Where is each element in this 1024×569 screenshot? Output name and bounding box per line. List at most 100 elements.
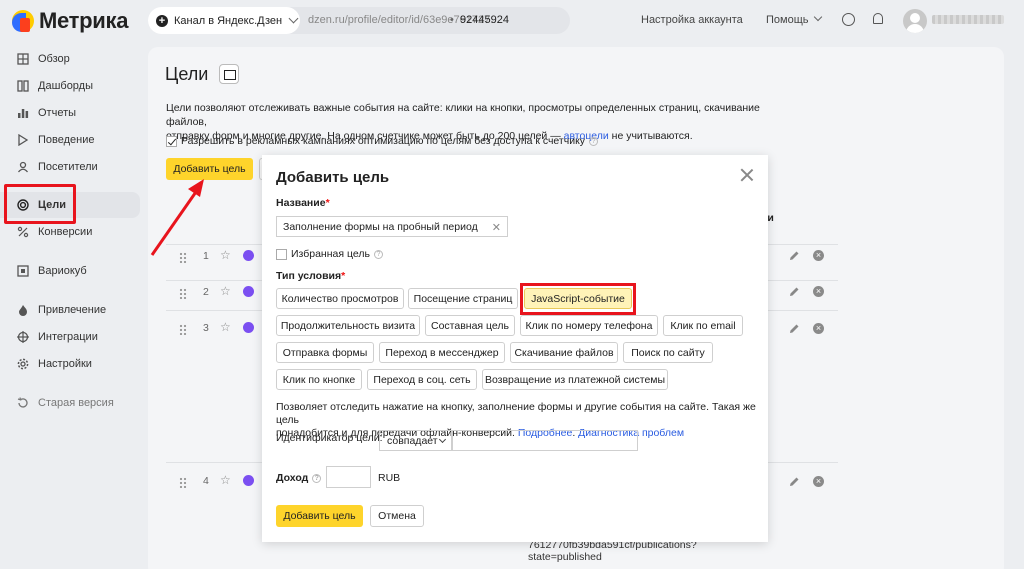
ads-optimization-checkbox-row[interactable]: Разрешить в рекламных кампаниях оптимиза… — [166, 135, 599, 147]
separator-dot: • — [450, 14, 454, 26]
sidebar-item-label: Интеграции — [38, 331, 98, 343]
top-bar: Метрика + Канал в Яндекс.Дзен dzen.ru/pr… — [0, 0, 1024, 42]
sidebar-item-reports[interactable]: Отчеты — [0, 100, 140, 126]
logo[interactable]: Метрика — [12, 8, 128, 34]
add-goal-modal: Добавить цель Название* Заполнение формы… — [262, 155, 768, 542]
visitors-icon — [17, 161, 29, 173]
metrika-logo-icon — [12, 10, 34, 32]
condition-visit-duration[interactable]: Продолжительность визита — [276, 315, 420, 336]
highlight-box — [4, 184, 76, 224]
avatar[interactable] — [903, 9, 927, 33]
plus-circle-icon: + — [156, 14, 168, 27]
page-title: Цели — [165, 64, 209, 84]
bell-icon[interactable] — [873, 13, 883, 24]
sidebar-item-behavior[interactable]: Поведение — [0, 127, 140, 153]
book-icon[interactable] — [219, 64, 239, 84]
cancel-button[interactable]: Отмена — [370, 505, 424, 527]
sidebar-item-visitors[interactable]: Посетители — [0, 154, 140, 180]
sidebar-item-label: Дашборды — [38, 80, 93, 92]
submit-goal-button[interactable]: Добавить цель — [276, 505, 363, 527]
help-icon[interactable]: ? — [373, 249, 383, 259]
condition-email-click[interactable]: Клик по email — [663, 315, 743, 336]
logo-text: Метрика — [39, 8, 129, 33]
sidebar-item-label: Поведение — [38, 134, 95, 146]
favorite-checkbox[interactable] — [276, 248, 287, 260]
sidebar-item-settings[interactable]: Настройки — [0, 351, 140, 377]
help-menu[interactable]: Помощь — [766, 12, 822, 26]
pencil-icon[interactable] — [788, 250, 800, 262]
integrations-icon — [17, 331, 29, 343]
account-settings-link[interactable]: Настройка аккаунта — [641, 14, 743, 26]
condition-page-visits[interactable]: Посещение страниц — [408, 288, 518, 309]
condition-social-network[interactable]: Переход в соц. сеть — [367, 369, 477, 390]
help-icon[interactable]: ? — [312, 473, 322, 483]
sidebar-item-acquisition[interactable]: Привлечение — [0, 297, 140, 323]
pencil-icon[interactable] — [788, 323, 800, 335]
delete-icon[interactable]: × — [813, 323, 824, 334]
delete-icon[interactable]: × — [813, 250, 824, 261]
close-icon[interactable] — [740, 168, 754, 182]
pencil-icon[interactable] — [788, 476, 800, 488]
star-icon[interactable]: ☆ — [220, 320, 231, 334]
condition-payment-return[interactable]: Возвращение из платежной системы — [482, 369, 668, 390]
income-input[interactable] — [326, 466, 371, 488]
sidebar-item-label: Посетители — [38, 161, 98, 173]
star-icon[interactable]: ☆ — [220, 248, 231, 262]
delete-icon[interactable]: × — [813, 476, 824, 487]
description-line-1: Цели позволяют отслеживать важные событи… — [166, 102, 760, 128]
ads-optimization-checkbox[interactable] — [166, 135, 177, 147]
sidebar-item-label: Обзор — [38, 53, 70, 65]
condition-phone-click[interactable]: Клик по номеру телефона — [520, 315, 658, 336]
goal-name-input[interactable]: Заполнение формы на пробный период ✕ — [276, 216, 508, 237]
condition-composite-goal[interactable]: Составная цель — [425, 315, 515, 336]
delete-icon[interactable]: × — [813, 286, 824, 297]
goal-id-input[interactable] — [452, 430, 638, 451]
sidebar-item-label: Вариокуб — [38, 265, 87, 277]
counter-id: 92445924 — [460, 14, 509, 26]
modal-title: Добавить цель — [276, 169, 390, 186]
sidebar-item-label: Отчеты — [38, 107, 77, 119]
match-type-select[interactable]: совпадает — [379, 430, 452, 451]
row-number: 4 — [203, 475, 209, 487]
sidebar-item-variocube[interactable]: Вариокуб — [0, 258, 140, 284]
pencil-icon[interactable] — [788, 286, 800, 298]
drag-handle-icon[interactable] — [179, 477, 187, 488]
favorite-goal-row[interactable]: Избранная цель ? — [276, 248, 383, 260]
chat-icon[interactable] — [842, 13, 855, 26]
counter-select[interactable]: + Канал в Яндекс.Дзен — [148, 7, 300, 34]
sidebar-item-dashboards[interactable]: Дашборды — [0, 73, 140, 99]
star-icon[interactable]: ☆ — [220, 284, 231, 298]
username-blurred[interactable] — [932, 15, 1004, 24]
help-icon[interactable]: ? — [589, 136, 599, 146]
help-label: Помощь — [766, 14, 809, 26]
condition-page-views[interactable]: Количество просмотров — [276, 288, 404, 309]
annotation-arrow-icon — [150, 179, 204, 256]
condition-messenger[interactable]: Переход в мессенджер — [379, 342, 505, 363]
row-number: 2 — [203, 286, 209, 298]
info-line-1: Позволяет отследить нажатие на кнопку, з… — [276, 401, 756, 426]
star-icon[interactable]: ☆ — [220, 473, 231, 487]
sidebar-item-label: Конверсии — [38, 226, 93, 238]
flame-icon — [19, 305, 27, 316]
play-icon — [18, 134, 29, 146]
clear-icon[interactable]: ✕ — [492, 221, 501, 234]
sidebar-item-overview[interactable]: Обзор — [0, 46, 140, 72]
sidebar-item-integrations[interactable]: Интеграции — [0, 324, 140, 350]
counter-name: Канал в Яндекс.Дзен — [174, 14, 283, 27]
condition-button-click[interactable]: Клик по кнопке — [276, 369, 362, 390]
drag-handle-icon[interactable] — [179, 324, 187, 335]
description-line-2b: не учитываются. — [608, 130, 693, 142]
condition-form-submit[interactable]: Отправка формы — [276, 342, 374, 363]
sidebar-item-old-version[interactable]: Старая версия — [0, 390, 140, 416]
condition-file-download[interactable]: Скачивание файлов — [510, 342, 618, 363]
gear-icon — [17, 358, 29, 370]
drag-handle-icon[interactable] — [179, 288, 187, 299]
sidebar-item-label: Привлечение — [38, 304, 107, 316]
goal-type-icon — [243, 322, 254, 333]
condition-site-search[interactable]: Поиск по сайту — [623, 342, 713, 363]
reports-icon — [18, 109, 29, 118]
history-icon — [17, 397, 28, 408]
row-number: 3 — [203, 322, 209, 334]
highlight-box — [520, 283, 636, 315]
chevron-down-icon — [813, 12, 822, 22]
